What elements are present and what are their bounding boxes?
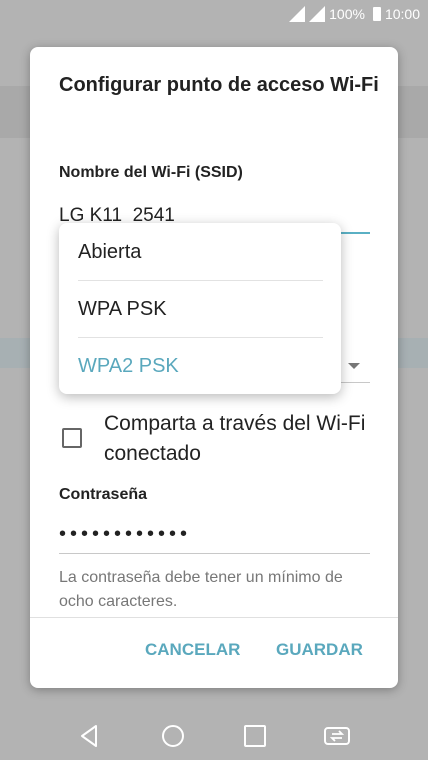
save-button[interactable]: GUARDAR (276, 640, 363, 660)
button-divider (30, 617, 398, 618)
status-bar: 100% 10:00 (0, 0, 428, 32)
password-input[interactable]: •••••••••••• (59, 523, 191, 546)
dialog-title: Configurar punto de acceso Wi-Fi (59, 74, 379, 96)
recents-icon[interactable] (241, 722, 269, 750)
cancel-button[interactable]: CANCELAR (145, 640, 240, 660)
signal-sim2-icon (309, 6, 326, 22)
share-checkbox[interactable] (62, 428, 82, 448)
menu-item-wpa2-psk[interactable]: WPA2 PSK (78, 338, 323, 394)
back-icon[interactable] (76, 722, 104, 750)
password-underline (59, 553, 370, 554)
ssid-label: Nombre del Wi-Fi (SSID) (59, 164, 243, 181)
clock: 10:00 (384, 6, 420, 22)
password-label: Contraseña (59, 486, 148, 503)
battery-percent: 100% (329, 6, 365, 22)
menu-item-wpa-psk[interactable]: WPA PSK (78, 281, 323, 337)
password-hint: La contraseña debe tener un mínimo de oc… (59, 569, 343, 610)
home-icon[interactable] (159, 722, 187, 750)
security-type-menu: Abierta WPA PSK WPA2 PSK (59, 223, 341, 394)
share-checkbox-label[interactable]: Comparta a través del Wi-Fi conectado (104, 409, 374, 469)
signal-sim1-icon (289, 6, 306, 22)
navigation-bar (0, 712, 428, 760)
security-dropdown-arrow-icon[interactable] (348, 363, 360, 369)
switch-sim-icon[interactable] (323, 722, 351, 750)
menu-item-abierta[interactable]: Abierta (78, 224, 323, 280)
battery-icon (372, 7, 381, 21)
